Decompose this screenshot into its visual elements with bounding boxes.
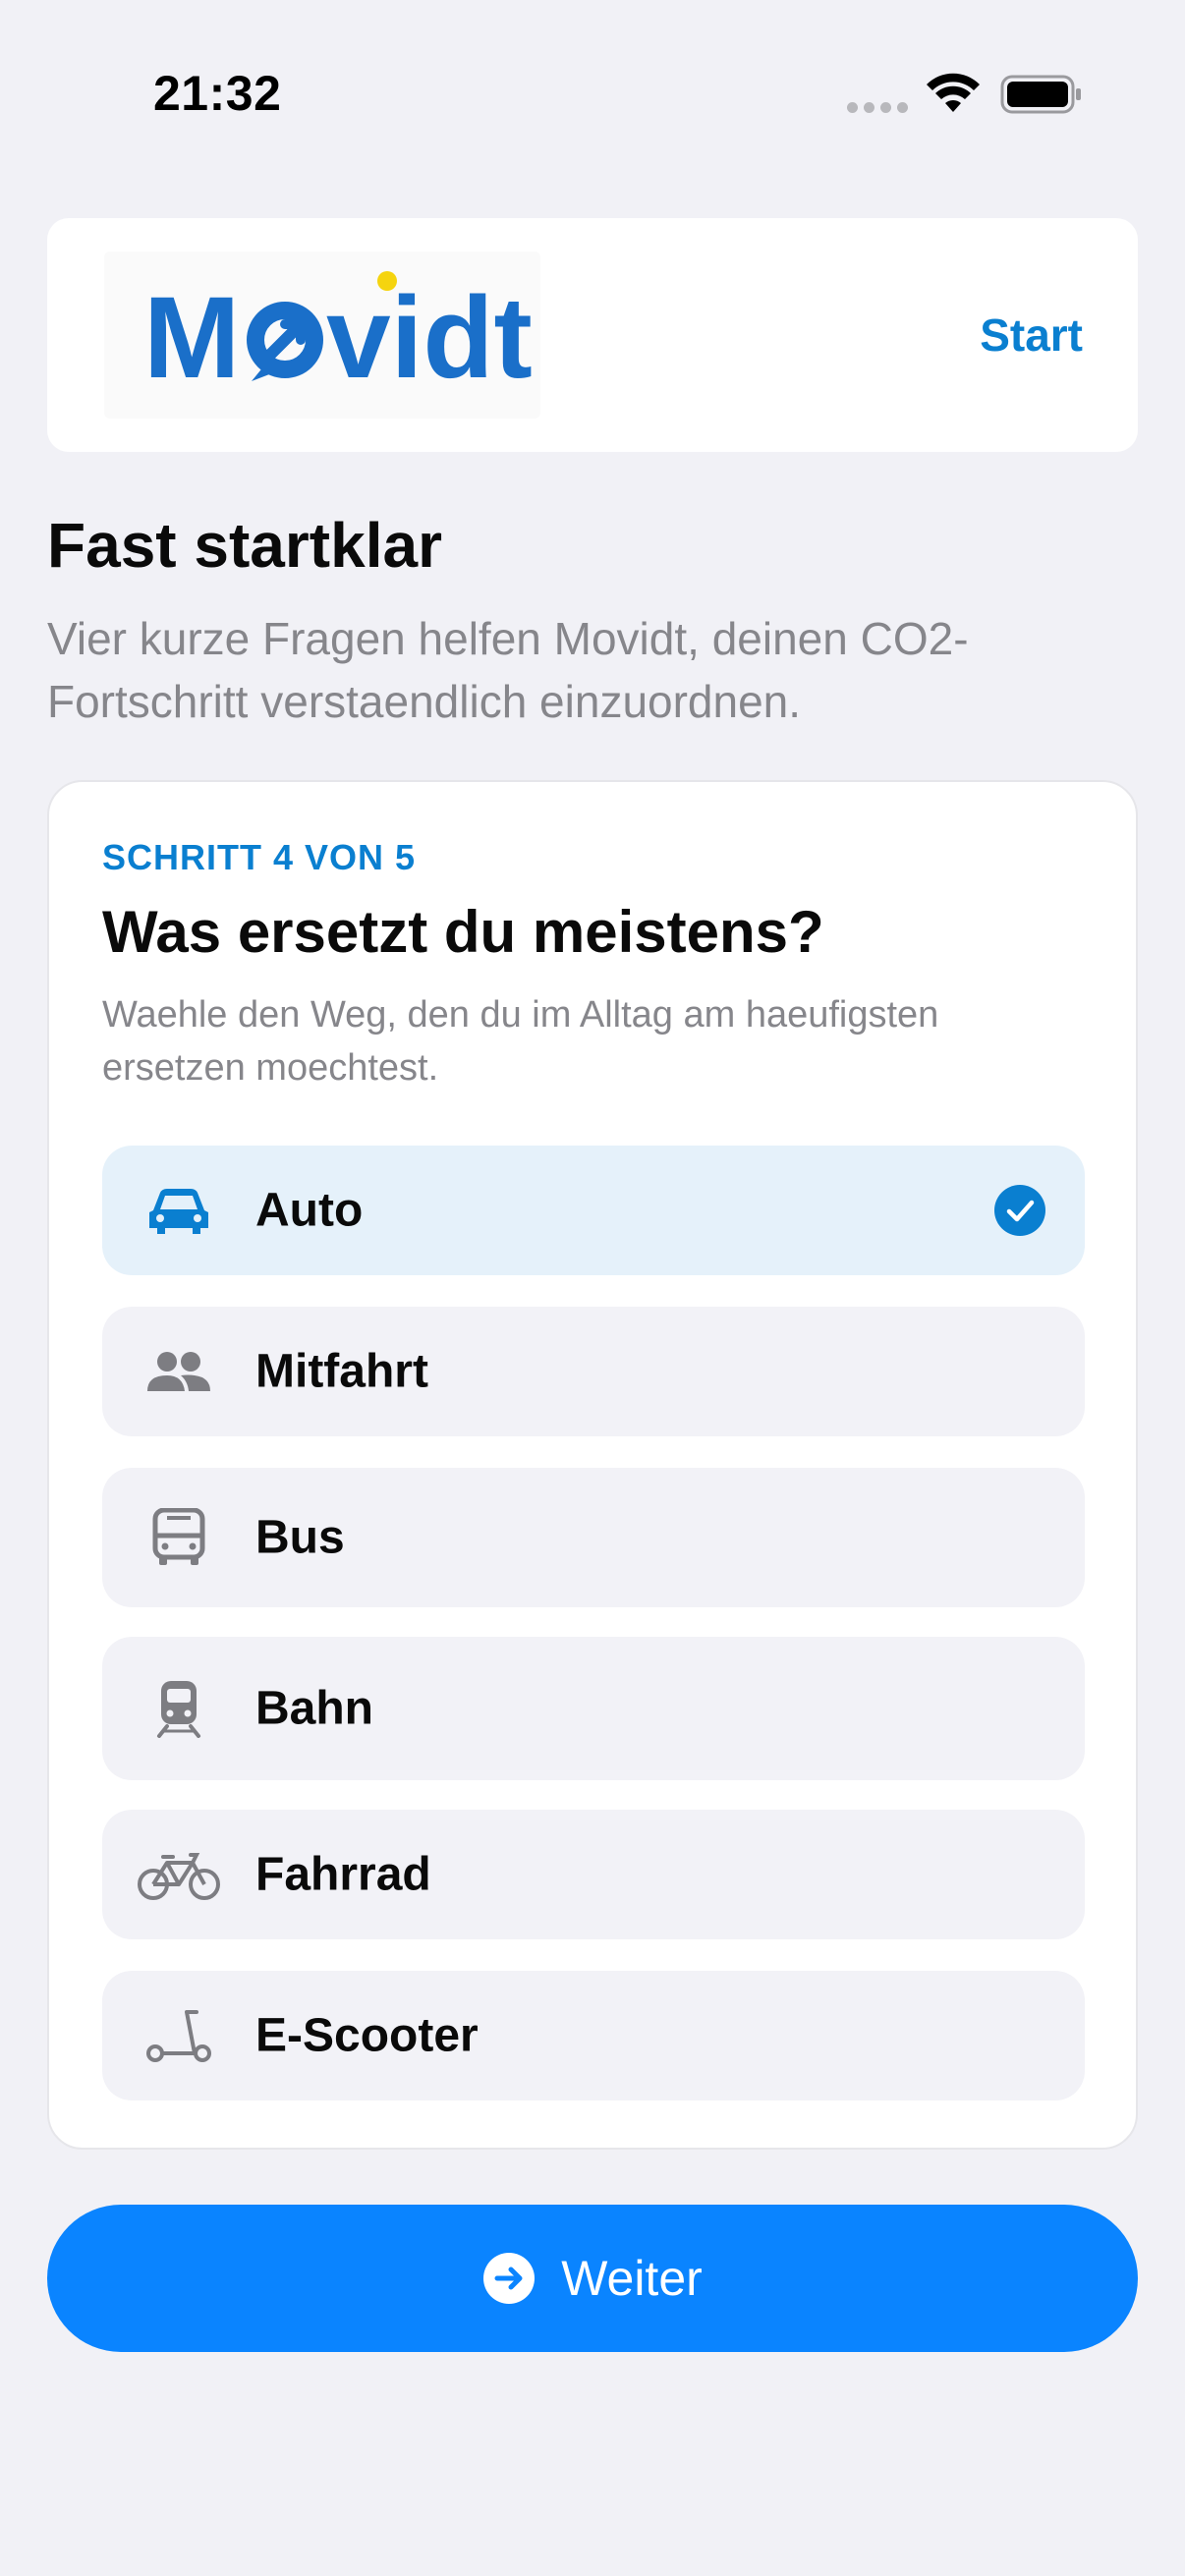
checkmark-circle-icon: [994, 1185, 1045, 1236]
question-hint: Waehle den Weg, den du im Alltag am haeu…: [102, 994, 939, 1089]
wifi-icon: [927, 73, 980, 112]
page-title: Fast startklar: [47, 510, 442, 581]
svg-text:M: M: [143, 273, 240, 403]
option-label: Bahn: [255, 1682, 373, 1735]
continue-label: Weiter: [561, 2251, 703, 2306]
step-indicator: SCHRITT 4 VON 5: [102, 837, 417, 877]
option-fahrrad[interactable]: Fahrrad: [102, 1810, 1085, 1939]
train-icon: [157, 1681, 200, 1738]
battery-icon: [1000, 75, 1081, 114]
svg-text:vidt: vidt: [326, 273, 533, 403]
option-bus[interactable]: Bus: [102, 1468, 1085, 1607]
option-label: Auto: [255, 1184, 364, 1237]
option-bahn[interactable]: Bahn: [102, 1637, 1085, 1780]
cellular-signal-icon: [847, 102, 908, 113]
page-subtitle: Vier kurze Fragen helfen Movidt, deinen …: [47, 613, 969, 727]
option-e-scooter[interactable]: E-Scooter: [102, 1971, 1085, 2100]
option-auto[interactable]: Auto: [102, 1146, 1085, 1275]
question-card: SCHRITT 4 VON 5 Was ersetzt du meistens?…: [47, 780, 1138, 2150]
question-title: Was ersetzt du meistens?: [102, 899, 824, 965]
bicycle-icon: [138, 1853, 220, 1900]
header-card: M vidt Start: [47, 218, 1138, 452]
option-label: Fahrrad: [255, 1848, 431, 1901]
people-icon: [147, 1352, 210, 1391]
option-mitfahrt[interactable]: Mitfahrt: [102, 1307, 1085, 1436]
arrow-right-circle-icon: [483, 2253, 536, 2304]
movidt-logo: M vidt: [104, 252, 540, 419]
status-bar: 21:32: [0, 0, 1185, 196]
status-time: 21:32: [153, 66, 282, 121]
option-label: E-Scooter: [255, 2009, 479, 2062]
start-link[interactable]: Start: [980, 308, 1083, 362]
option-label: Bus: [255, 1511, 345, 1564]
option-label: Mitfahrt: [255, 1345, 428, 1398]
car-icon: [149, 1189, 208, 1234]
bus-icon: [152, 1508, 205, 1565]
continue-button[interactable]: Weiter: [47, 2205, 1138, 2352]
scooter-icon: [146, 2010, 211, 2062]
